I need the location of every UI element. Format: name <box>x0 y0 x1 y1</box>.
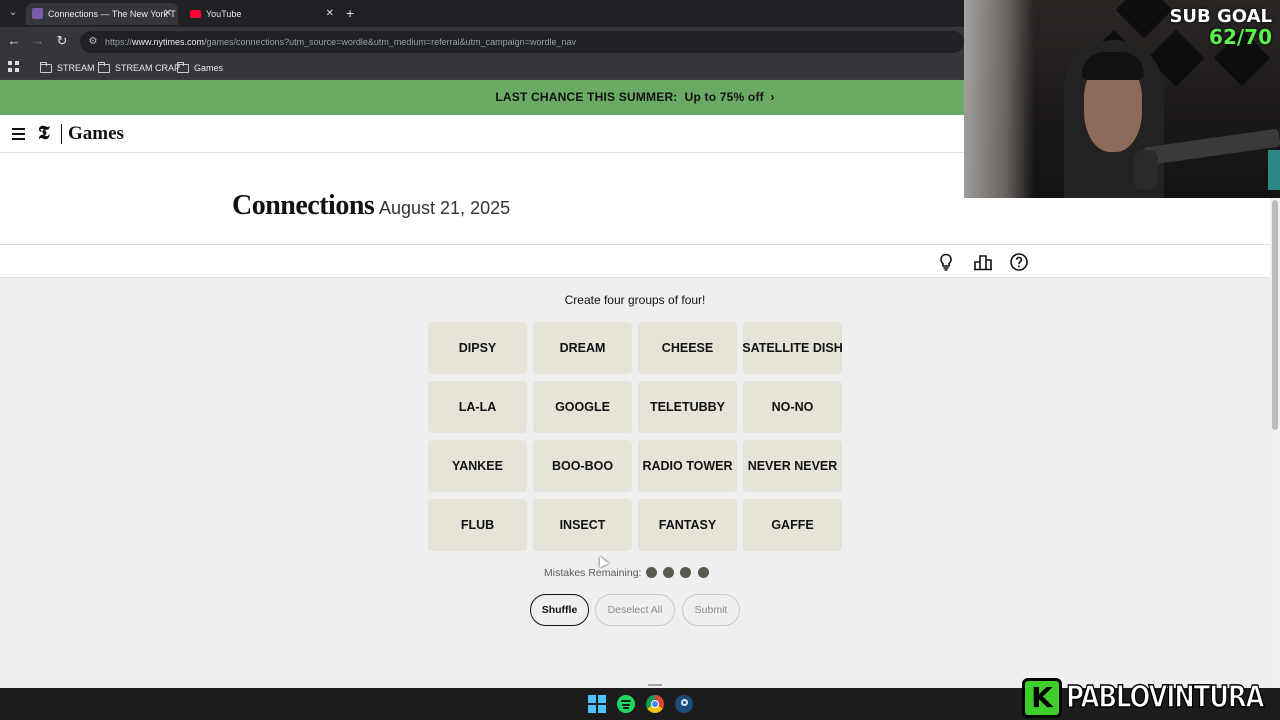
submit-button[interactable]: Submit <box>682 594 740 626</box>
game-toolbar <box>0 245 1270 278</box>
bookmark-label: Games <box>194 63 224 73</box>
word-tile[interactable]: BOO-BOO <box>533 440 632 492</box>
promo-offer[interactable]: Up to 75% off <box>685 90 764 104</box>
folder-icon <box>177 62 189 73</box>
bookmark-label: STREAM <box>57 63 95 73</box>
youtube-favicon-icon <box>190 10 201 18</box>
windows-start-icon[interactable] <box>588 695 606 713</box>
webcam-overlay: SUB GOAL 62/70 <box>964 0 1280 198</box>
word-tile[interactable]: CHEESE <box>638 322 737 374</box>
site-settings-icon[interactable]: ⚙ <box>86 35 100 49</box>
word-tile[interactable]: INSECT <box>533 499 632 551</box>
streamer-name: PABLOVINTURA <box>1065 679 1265 716</box>
reload-icon[interactable]: ↻ <box>54 33 70 49</box>
chevron-right-icon: › <box>770 90 775 104</box>
mistake-dot <box>680 567 691 578</box>
mistakes-label: Mistakes Remaining: <box>544 567 642 579</box>
sub-goal-label: SUB GOAL <box>1169 6 1272 27</box>
nyt-games-favicon-icon <box>32 8 43 19</box>
mistake-dot <box>646 567 657 578</box>
bookmark-label: STREAM CRAP <box>115 63 181 73</box>
webcam-accent-light <box>1268 150 1280 190</box>
tab-title: Connections — The New York T <box>48 9 176 19</box>
address-bar[interactable]: ⚙ https://www.nytimes.com/games/connecti… <box>80 31 964 53</box>
microphone-icon <box>1134 150 1158 190</box>
promo-text: LAST CHANCE THIS SUMMER: <box>495 90 678 104</box>
leaderboard-icon[interactable] <box>973 252 993 272</box>
webcam-person-hair <box>1082 52 1144 80</box>
nyt-logo-icon[interactable]: 𝕿 <box>38 124 50 144</box>
word-tile[interactable]: NO-NO <box>743 381 842 433</box>
sub-goal-widget: SUB GOAL 62/70 <box>1169 6 1272 48</box>
word-tile[interactable]: DIPSY <box>428 322 527 374</box>
screen: ⌄ Connections — The New York T ✕ YouTube… <box>0 0 1280 720</box>
word-tile[interactable]: YANKEE <box>428 440 527 492</box>
bookmark-folder-stream-crap[interactable]: STREAM CRAP <box>98 60 180 76</box>
tab-youtube[interactable]: YouTube ✕ <box>184 3 340 25</box>
back-arrow-icon[interactable]: ← <box>6 33 22 49</box>
spotify-icon[interactable] <box>617 695 635 713</box>
scrollbar-thumb[interactable] <box>1272 200 1278 430</box>
tab-title: YouTube <box>206 9 242 19</box>
taskbar-active-indicator <box>648 684 662 686</box>
word-tile[interactable]: FLUB <box>428 499 527 551</box>
steam-icon[interactable] <box>675 695 693 713</box>
instructions: Create four groups of four! <box>564 293 706 307</box>
tab-search-chevron-icon[interactable]: ⌄ <box>6 6 20 20</box>
forward-arrow-icon[interactable]: → <box>30 33 46 49</box>
game-board-area: Create four groups of four! DIPSY DREAM … <box>0 278 1270 688</box>
word-tile[interactable]: GAFFE <box>743 499 842 551</box>
sub-goal-count: 62/70 <box>1209 25 1272 49</box>
kick-logo-icon: K <box>1022 678 1062 718</box>
games-logo[interactable]: Games <box>61 124 124 144</box>
lightbulb-icon[interactable] <box>936 252 956 272</box>
folder-icon <box>98 62 110 73</box>
shuffle-button[interactable]: Shuffle <box>530 594 589 626</box>
game-date: August 21, 2025 <box>379 198 511 218</box>
word-tile[interactable]: DREAM <box>533 322 632 374</box>
word-tile[interactable]: TELETUBBY <box>638 381 737 433</box>
help-icon[interactable] <box>1009 252 1029 272</box>
hamburger-menu-icon[interactable] <box>12 128 25 140</box>
folder-icon <box>40 62 52 73</box>
chrome-icon[interactable] <box>646 695 664 713</box>
word-tile[interactable]: GOOGLE <box>533 381 632 433</box>
webcam-window-light <box>964 0 1034 198</box>
bookmark-folder-stream[interactable]: STREAM <box>40 60 95 76</box>
mistake-dot <box>698 567 709 578</box>
word-tile[interactable]: SATELLITE DISH <box>742 322 843 374</box>
word-tile[interactable]: FANTASY <box>638 499 737 551</box>
new-tab-plus-icon[interactable]: + <box>346 4 354 22</box>
word-tile[interactable]: RADIO TOWER <box>638 440 737 492</box>
tab-connections[interactable]: Connections — The New York T ✕ <box>26 3 178 25</box>
word-tile[interactable]: LA-LA <box>428 381 527 433</box>
mistake-dot <box>663 567 674 578</box>
word-tile[interactable]: NEVER NEVER <box>743 440 842 492</box>
close-tab-icon[interactable]: ✕ <box>164 3 172 25</box>
close-tab-icon[interactable]: ✕ <box>326 3 334 25</box>
bookmark-folder-games[interactable]: Games <box>177 60 223 76</box>
apps-grid-icon[interactable] <box>8 61 20 73</box>
streamer-brand-logo: K PABLOVINTURA <box>1020 676 1275 720</box>
deselect-all-button[interactable]: Deselect All <box>595 594 675 626</box>
page-title: Connections <box>232 190 375 221</box>
url-text[interactable]: https://www.nytimes.com/games/connection… <box>105 31 576 53</box>
